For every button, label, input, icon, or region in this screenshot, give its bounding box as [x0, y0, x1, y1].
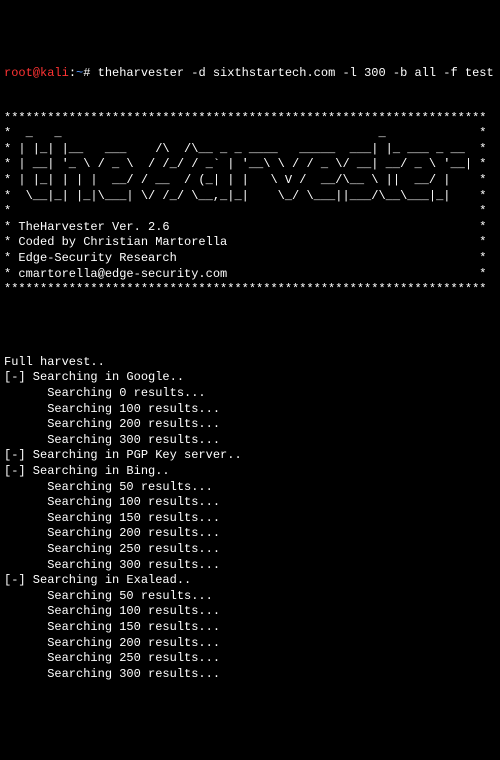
prompt-user: root@kali: [4, 66, 69, 80]
section-1-title: [-] Searching in PGP Key server..: [4, 448, 242, 462]
section-2-line-5: Searching 300 results...: [4, 558, 220, 572]
info-2: * Edge-Security Research *: [4, 251, 486, 265]
section-0-line-0: Searching 0 results...: [4, 386, 206, 400]
ascii-art-5: * *: [4, 204, 486, 218]
section-3-title: [-] Searching in Exalead..: [4, 573, 191, 587]
section-3-line-4: Searching 250 results...: [4, 651, 220, 665]
section-0-title: [-] Searching in Google..: [4, 370, 184, 384]
ascii-art-0: * _ _ _ *: [4, 126, 486, 140]
info-0: * TheHarvester Ver. 2.6 *: [4, 220, 486, 234]
section-2-line-2: Searching 150 results...: [4, 511, 220, 525]
terminal-output: root@kali:~# theharvester -d sixthstarte…: [4, 66, 496, 682]
prompt-sep1: :: [69, 66, 76, 80]
section-3-line-2: Searching 150 results...: [4, 620, 220, 634]
ascii-art-1: * | |_| |__ ___ /\ /\__ _ _ ____ _____ _…: [4, 142, 486, 156]
section-2-line-1: Searching 100 results...: [4, 495, 220, 509]
prompt-sep2: #: [83, 66, 97, 80]
section-0-line-3: Searching 300 results...: [4, 433, 220, 447]
section-3-line-3: Searching 200 results...: [4, 636, 220, 650]
ascii-art-2: * | __| '_ \ / _ \ / /_/ / _` | '__\ \ /…: [4, 157, 486, 171]
command-text[interactable]: theharvester -d sixthstartech.com -l 300…: [98, 66, 494, 80]
output-header: Full harvest..: [4, 355, 105, 369]
section-2-title: [-] Searching in Bing..: [4, 464, 170, 478]
section-0-line-2: Searching 200 results...: [4, 417, 220, 431]
ascii-art-3: * | |_| | | | __/ / __ / (_| | | \ V / _…: [4, 173, 486, 187]
section-3-line-5: Searching 300 results...: [4, 667, 220, 681]
ascii-art-4: * \__|_| |_|\___| \/ /_/ \__,_|_| \_/ \_…: [4, 189, 486, 203]
section-2-line-4: Searching 250 results...: [4, 542, 220, 556]
info-1: * Coded by Christian Martorella *: [4, 235, 486, 249]
section-3-line-0: Searching 50 results...: [4, 589, 213, 603]
section-2-line-0: Searching 50 results...: [4, 480, 213, 494]
section-3-line-1: Searching 100 results...: [4, 604, 220, 618]
section-2-line-3: Searching 200 results...: [4, 526, 220, 540]
border-top: ****************************************…: [4, 111, 486, 125]
border-bottom: ****************************************…: [4, 282, 486, 296]
info-3: * cmartorella@edge-security.com *: [4, 267, 486, 281]
section-0-line-1: Searching 100 results...: [4, 402, 220, 416]
